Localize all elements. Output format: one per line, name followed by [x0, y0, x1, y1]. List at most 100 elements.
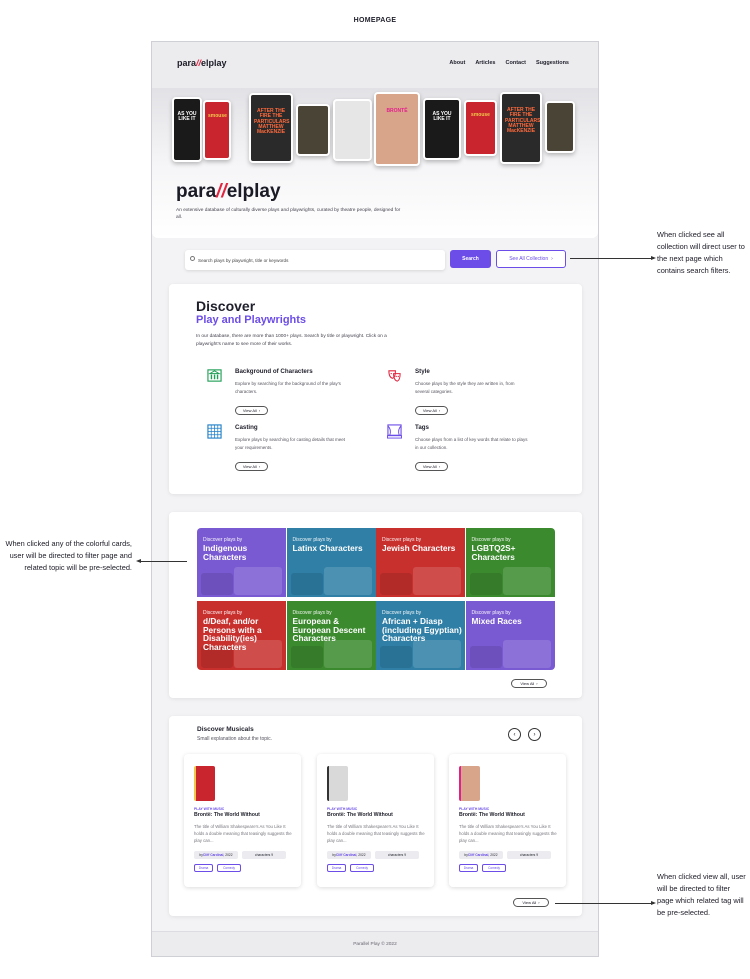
- search-bar: [185, 250, 445, 270]
- search-button[interactable]: Search: [450, 250, 491, 268]
- chevron-right-icon: ›: [533, 731, 536, 738]
- cover-thumbnail: [413, 567, 461, 595]
- book-cover: smouse: [203, 100, 231, 160]
- header-logo[interactable]: para//elplay: [177, 58, 227, 68]
- musical-card[interactable]: PLAY WITH MUSIC Brontë: The World Without…: [184, 754, 301, 887]
- author-link[interactable]: Cliff Cardinal: [203, 853, 224, 857]
- homepage-frame: para//elplay About Articles Contact Sugg…: [151, 41, 599, 957]
- feature-title: Style: [415, 368, 430, 375]
- musical-title[interactable]: Brontë: The World Without: [459, 812, 525, 818]
- nav-contact[interactable]: Contact: [506, 60, 526, 66]
- author-link[interactable]: Cliff Cardinal: [336, 853, 357, 857]
- see-all-collection-button[interactable]: See All Collection ›: [496, 250, 566, 268]
- top-navigation: para//elplay About Articles Contact Sugg…: [152, 42, 598, 88]
- chevron-right-icon: ›: [536, 681, 538, 686]
- musical-card[interactable]: PLAY WITH MUSIC Brontë: The World Without…: [449, 754, 566, 887]
- book-cover-title: smouse: [471, 112, 490, 118]
- view-all-background-button[interactable]: View All ›: [235, 406, 268, 415]
- musical-title[interactable]: Brontë: The World Without: [327, 812, 393, 818]
- musicals-subtitle: Small explanation about the topic.: [197, 736, 273, 742]
- theatre-masks-icon: [388, 370, 401, 382]
- category-card[interactable]: Discover plays by LGBTQ2S+ Characters: [465, 528, 555, 597]
- musical-author: by Cliff Cardinal, 2022: [194, 851, 238, 859]
- cover-thumbnail: [290, 646, 323, 668]
- category-title: Indigenous Characters: [203, 543, 248, 562]
- book-cover: [333, 99, 372, 161]
- search-icon: [190, 256, 195, 261]
- category-card[interactable]: Discover plays by Jewish Characters: [376, 528, 465, 597]
- genre-chip[interactable]: Comedy: [350, 864, 374, 872]
- category-title: Jewish Characters: [382, 543, 456, 553]
- musical-thumbnail: [327, 766, 348, 801]
- category-card[interactable]: Discover plays by European & European Des…: [286, 601, 376, 670]
- next-arrow-button[interactable]: ›: [528, 728, 541, 741]
- category-card[interactable]: Discover plays by Latinx Characters: [286, 528, 376, 597]
- book-cover-title: AS YOU LIKE IT: [432, 111, 452, 123]
- category-card[interactable]: Discover plays by African + Diasp (includ…: [376, 601, 465, 670]
- grid-icon: [207, 424, 222, 439]
- musical-author: by Cliff Cardinal, 2022: [459, 851, 503, 859]
- cover-thumbnail: [469, 573, 502, 595]
- cover-thumbnail: [234, 567, 282, 595]
- category-card[interactable]: Discover plays by d/Deaf, and/or Persons …: [197, 601, 286, 670]
- musical-description: The title of William Shakespeare's As Yo…: [327, 824, 425, 844]
- cover-thumbnail: [413, 640, 461, 668]
- category-card[interactable]: Discover plays by Mixed Races: [465, 601, 555, 670]
- nav-suggestions[interactable]: Suggestions: [536, 60, 569, 66]
- musical-card[interactable]: PLAY WITH MUSIC Brontë: The World Without…: [317, 754, 434, 887]
- musical-description: The title of William Shakespeare's As Yo…: [459, 824, 557, 844]
- chevron-right-icon: ›: [551, 256, 553, 262]
- feature-description: Choose plays from a list of key words th…: [415, 437, 528, 450]
- category-card[interactable]: Discover plays by Indigenous Characters: [197, 528, 286, 597]
- hero-logo: para//elplay: [176, 181, 281, 202]
- category-title: Mixed Races: [471, 616, 522, 626]
- feature-title: Background of Characters: [235, 368, 313, 375]
- genre-chip[interactable]: Drama: [327, 864, 346, 872]
- author-year: , 2022: [356, 853, 366, 857]
- musical-title[interactable]: Brontë: The World Without: [194, 812, 260, 818]
- musical-author: by Cliff Cardinal, 2022: [327, 851, 371, 859]
- see-all-label: See All Collection: [509, 256, 549, 262]
- search-input[interactable]: [198, 253, 438, 267]
- view-all-casting-button[interactable]: View All ›: [235, 462, 268, 471]
- musical-characters: characters 9: [375, 851, 419, 859]
- view-all-tags-button[interactable]: View All ›: [415, 462, 448, 471]
- genre-chip[interactable]: Drama: [194, 864, 213, 872]
- annotation-colorful-cards: When clicked any of the colorful cards, …: [5, 539, 132, 572]
- book-cover: AS YOU LIKE IT: [423, 98, 461, 160]
- genre-chip[interactable]: Comedy: [217, 864, 241, 872]
- book-cover-title: AFTER THE FIRE THE PARTICULARS MATTHEW M…: [505, 107, 541, 134]
- view-all-categories-button[interactable]: View All ›: [511, 679, 547, 688]
- nav-about[interactable]: About: [449, 60, 465, 66]
- view-all-musicals-button[interactable]: View All ›: [513, 898, 549, 907]
- genre-chip[interactable]: Drama: [459, 864, 478, 872]
- cover-thumbnail: [469, 646, 502, 668]
- book-cover-title: AS YOU LIKE IT: [177, 111, 197, 123]
- nav-articles[interactable]: Articles: [475, 60, 495, 66]
- view-all-style-button[interactable]: View All ›: [415, 406, 448, 415]
- cover-thumbnail: [323, 640, 372, 668]
- category-title: Latinx Characters: [292, 543, 363, 553]
- chevron-right-icon: ›: [538, 900, 540, 905]
- feature-title: Casting: [235, 424, 258, 431]
- cover-thumbnail: [201, 573, 233, 595]
- discover-card: Discover Play and Playwrights In our dat…: [169, 284, 582, 494]
- prev-arrow-button[interactable]: ‹: [508, 728, 521, 741]
- cover-thumbnail: [380, 646, 412, 668]
- annotation-see-all: When clicked see all collection will dir…: [657, 230, 745, 275]
- book-cover: AS YOU LIKE IT: [172, 97, 202, 162]
- book-cover-title: BRONTË: [386, 108, 408, 114]
- musicals-section: Discover Musicals Small explanation abou…: [169, 716, 582, 916]
- genre-chip[interactable]: Comedy: [482, 864, 506, 872]
- cover-thumbnail: [502, 567, 551, 595]
- arrow-right-icon: [651, 901, 656, 905]
- author-link[interactable]: Cliff Cardinal: [468, 853, 489, 857]
- chevron-right-icon: ›: [258, 408, 261, 413]
- book-cover-title: smouse: [208, 113, 227, 119]
- author-year: , 2022: [488, 853, 498, 857]
- musical-thumbnail: [194, 766, 215, 801]
- hero-tagline: An extensive database of culturally dive…: [176, 208, 401, 221]
- cover-thumbnail: [323, 567, 372, 595]
- stage-icon: [387, 424, 402, 439]
- cover-thumbnail: [502, 640, 551, 668]
